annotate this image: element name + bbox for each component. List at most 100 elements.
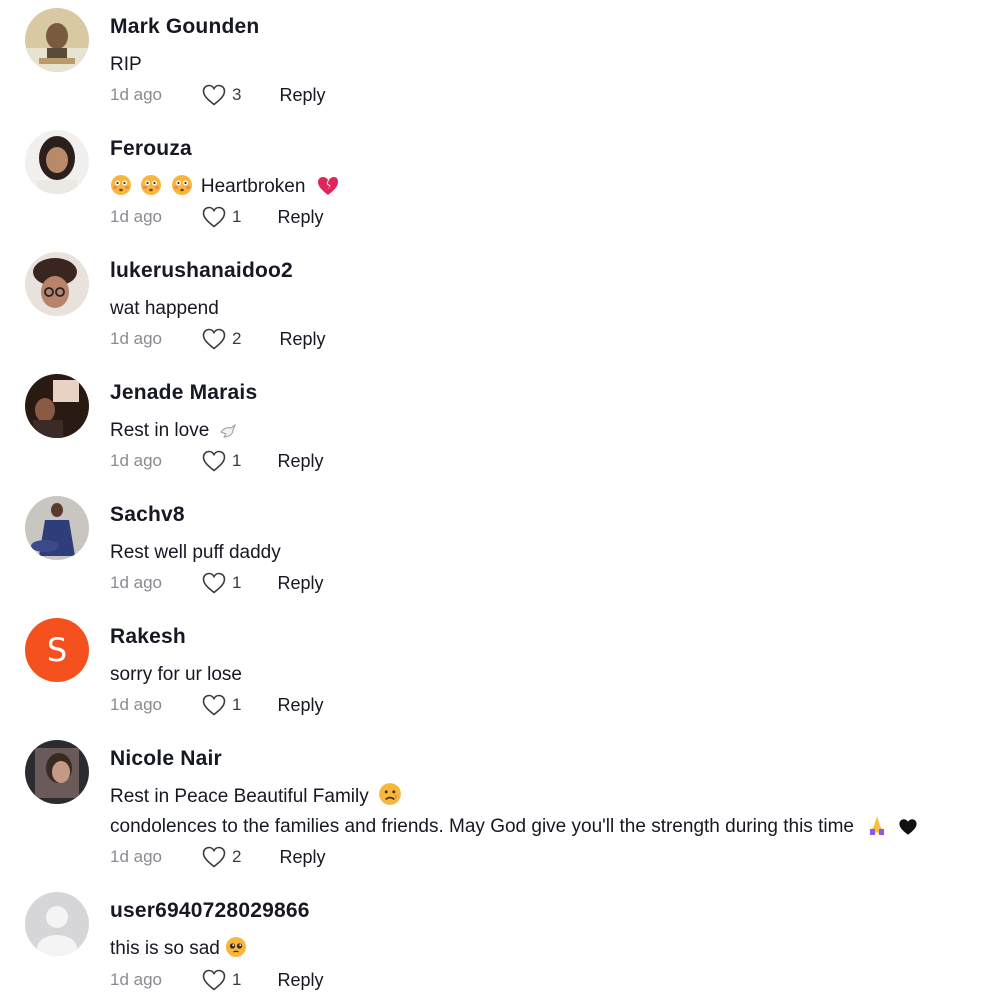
- comment-time: 1d ago: [110, 847, 162, 866]
- reply-button[interactable]: Reply: [277, 451, 323, 472]
- comment-text: Heartbroken: [110, 172, 342, 202]
- heart-outline-icon: [202, 969, 226, 991]
- comment-username[interactable]: user6940728029866: [110, 899, 310, 923]
- comment-time: 1d ago: [110, 695, 162, 714]
- comment-meta: 1d ago 2 Reply: [110, 844, 326, 870]
- comment-line-text: Heartbroken: [200, 176, 306, 197]
- comment-username[interactable]: Mark Gounden: [110, 15, 259, 39]
- reply-button[interactable]: Reply: [279, 85, 325, 106]
- like-button[interactable]: 1: [202, 969, 241, 991]
- avatar[interactable]: [25, 130, 89, 194]
- like-button[interactable]: 1: [202, 206, 241, 228]
- black-heart-emoji: [898, 818, 918, 836]
- dove-emoji: [219, 422, 237, 440]
- reply-button[interactable]: Reply: [279, 847, 325, 868]
- comment-line: RIP: [110, 54, 142, 75]
- comment-meta: 1d ago 1 Reply: [110, 448, 324, 474]
- ferouza-avatar-photo: [25, 130, 89, 194]
- comment-text: sorry for ur lose: [110, 660, 242, 690]
- flushed-face-emoji: [171, 174, 193, 196]
- comment-meta: 1d ago 1 Reply: [110, 570, 324, 596]
- reply-button[interactable]: Reply: [279, 329, 325, 350]
- avatar-letter: S: [25, 618, 89, 682]
- praying-hands-emoji: [867, 814, 887, 836]
- avatar[interactable]: [25, 892, 89, 956]
- comment-line: Heartbroken: [110, 172, 342, 202]
- heart-outline-icon: [202, 846, 226, 868]
- reply-button[interactable]: Reply: [277, 970, 323, 991]
- like-button[interactable]: 2: [202, 328, 241, 350]
- heart-outline-icon: [202, 84, 226, 106]
- comment-username[interactable]: Rakesh: [110, 625, 186, 649]
- comment-line-text: Rest in Peace Beautiful Family: [110, 786, 369, 807]
- comment-list: Mark Gounden RIP 1d ago 3 Reply Ferouza: [0, 0, 1000, 997]
- comment-time: 1d ago: [110, 451, 162, 470]
- comment-username[interactable]: lukerushanaidoo2: [110, 259, 293, 283]
- comment-line: Rest well puff daddy: [110, 542, 281, 563]
- sachv8-avatar-photo: [25, 496, 89, 560]
- comment-meta: 1d ago 1 Reply: [110, 204, 324, 230]
- comment-username[interactable]: Ferouza: [110, 137, 192, 161]
- heart-outline-icon: [202, 694, 226, 716]
- comment-time: 1d ago: [110, 329, 162, 348]
- like-count: 3: [232, 85, 242, 104]
- comment-time: 1d ago: [110, 85, 162, 104]
- comment-line-text: condolences to the families and friends.…: [110, 816, 854, 837]
- broken-heart-emoji: [317, 176, 339, 196]
- comment-username[interactable]: Jenade Marais: [110, 381, 257, 405]
- comment-meta: 1d ago 2 Reply: [110, 326, 326, 352]
- comment-meta: 1d ago 3 Reply: [110, 82, 326, 108]
- reply-button[interactable]: Reply: [277, 207, 323, 228]
- avatar[interactable]: [25, 8, 89, 72]
- comment-meta: 1d ago 1 Reply: [110, 692, 324, 718]
- comment-line: this is so sad: [110, 934, 250, 964]
- avatar[interactable]: [25, 252, 89, 316]
- comment-line: wat happend: [110, 298, 219, 319]
- comment-text: Rest in Peace Beautiful Family condolenc…: [110, 782, 921, 842]
- flushed-face-emoji: [110, 174, 132, 196]
- like-count: 1: [232, 573, 242, 592]
- heart-outline-icon: [202, 450, 226, 472]
- like-button[interactable]: 2: [202, 846, 241, 868]
- heart-outline-icon: [202, 572, 226, 594]
- comment-line: sorry for ur lose: [110, 664, 242, 685]
- heart-outline-icon: [202, 328, 226, 350]
- comment-line: Rest in love: [110, 416, 240, 446]
- jenade-avatar-photo: [25, 374, 89, 438]
- avatar[interactable]: S: [25, 618, 89, 682]
- comment-text: this is so sad: [110, 934, 250, 964]
- mark-avatar-photo: [25, 8, 89, 72]
- flushed-face-emoji: [140, 174, 162, 196]
- like-count: 1: [232, 970, 242, 989]
- comment-meta: 1d ago 1 Reply: [110, 967, 324, 993]
- avatar[interactable]: [25, 496, 89, 560]
- comment-time: 1d ago: [110, 573, 162, 592]
- avatar[interactable]: [25, 740, 89, 804]
- sad-face-emoji: [378, 782, 402, 806]
- reply-button[interactable]: Reply: [277, 695, 323, 716]
- like-button[interactable]: 1: [202, 572, 241, 594]
- like-count: 1: [232, 451, 242, 470]
- comment-text: RIP: [110, 50, 142, 80]
- like-count: 2: [232, 847, 242, 866]
- comment-username[interactable]: Nicole Nair: [110, 747, 222, 771]
- comment-text: Rest well puff daddy: [110, 538, 281, 568]
- like-button[interactable]: 1: [202, 694, 241, 716]
- comment-line-text: Rest in love: [110, 420, 210, 441]
- pleading-face-emoji: [225, 936, 247, 958]
- like-count: 1: [232, 207, 242, 226]
- like-count: 1: [232, 695, 242, 714]
- heart-outline-icon: [202, 206, 226, 228]
- default-user-avatar: [25, 892, 89, 956]
- comment-text: wat happend: [110, 294, 219, 324]
- reply-button[interactable]: Reply: [277, 573, 323, 594]
- avatar[interactable]: [25, 374, 89, 438]
- comment-text: Rest in love: [110, 416, 240, 446]
- comment-line: Rest in Peace Beautiful Family: [110, 782, 921, 812]
- like-button[interactable]: 3: [202, 84, 241, 106]
- nicole-avatar-photo: [25, 740, 89, 804]
- luke-avatar-photo: [25, 252, 89, 316]
- like-button[interactable]: 1: [202, 450, 241, 472]
- comment-username[interactable]: Sachv8: [110, 503, 185, 527]
- like-count: 2: [232, 329, 242, 348]
